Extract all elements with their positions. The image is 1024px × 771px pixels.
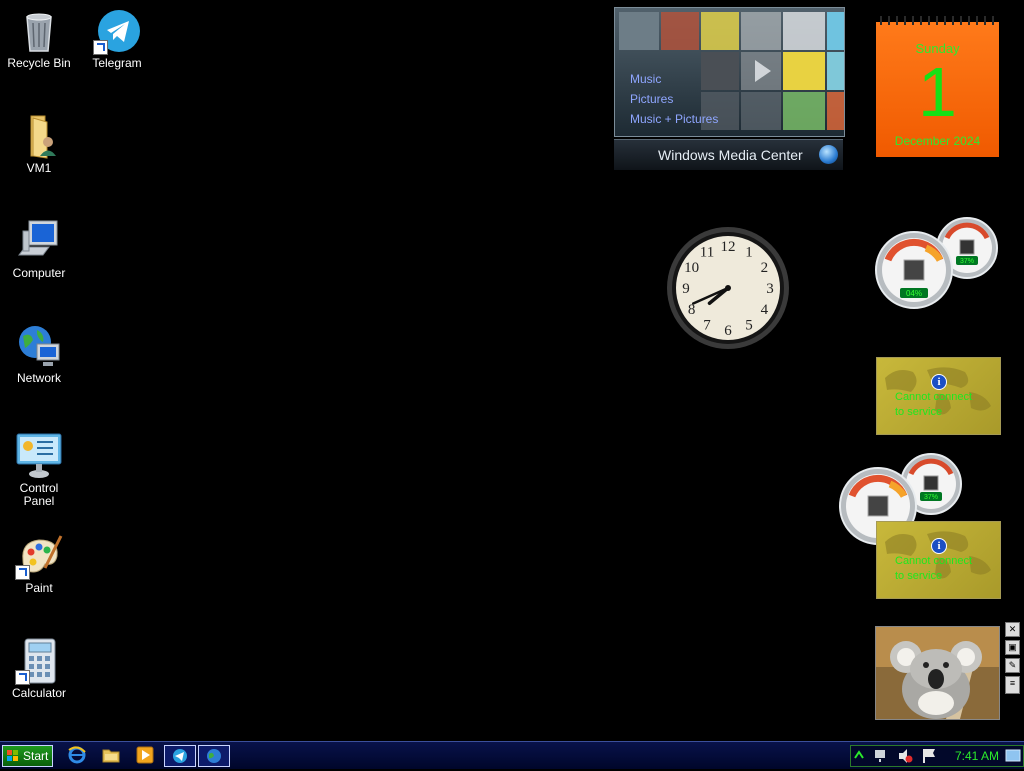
shortcut-arrow-icon	[93, 40, 108, 55]
slideshow-gadget[interactable]	[875, 626, 1000, 720]
telegram-label: Telegram	[92, 56, 142, 70]
start-label: Start	[23, 749, 49, 763]
globe-icon	[207, 749, 221, 763]
currency-error-message: Cannot connect to service	[895, 390, 972, 420]
taskbar-clock[interactable]: 7:41 AM	[955, 749, 999, 763]
desktop-icon-paint[interactable]: Paint	[0, 532, 78, 595]
taskbar-button-network[interactable]	[198, 745, 230, 767]
clock-numeral: 11	[700, 245, 714, 261]
action-center-flag-icon[interactable]	[923, 749, 935, 763]
clock-numeral: 8	[688, 302, 696, 318]
taskbar-button-telegram[interactable]	[164, 745, 196, 767]
clock-numeral: 12	[721, 239, 736, 255]
vm1-label: VM1	[26, 161, 52, 175]
desktop-icon-telegram[interactable]: Telegram	[78, 7, 156, 70]
telegram-icon	[173, 749, 187, 763]
cpu-meter-gadget[interactable]: 04% 37%	[874, 216, 1000, 312]
windows-flag-icon	[7, 750, 18, 761]
clock-numeral: 9	[682, 281, 690, 297]
shortcut-arrow-icon	[15, 565, 30, 580]
drag-handle-icon[interactable]: ≡	[1005, 676, 1020, 694]
clock-numeral: 4	[761, 302, 769, 318]
clock-numeral: 7	[703, 317, 711, 333]
show-desktop-icon[interactable]	[1005, 749, 1021, 763]
desktop-icon-calculator[interactable]: Calculator	[0, 637, 78, 700]
paint-label: Paint	[25, 581, 53, 595]
media-player-icon[interactable]	[136, 746, 154, 764]
options-wrench-icon[interactable]: ✎	[1005, 658, 1020, 673]
desktop-icon-network[interactable]: Network	[0, 322, 78, 385]
control-panel-icon	[15, 432, 63, 480]
ram-percent-text-2: 37%	[924, 494, 938, 501]
clock-numeral: 6	[724, 323, 732, 339]
recycle-bin-icon	[15, 7, 63, 55]
volume-muted-icon[interactable]	[899, 749, 913, 763]
cpu-percent-text: 04%	[906, 289, 922, 298]
telegram-icon	[93, 7, 141, 55]
taskbar: Start 7:41 AM	[0, 741, 1024, 769]
close-icon[interactable]: ✕	[1005, 622, 1020, 637]
clock-numeral: 10	[684, 260, 699, 276]
user-folder-icon	[15, 112, 63, 160]
system-tray: 7:41 AM	[850, 745, 1024, 767]
clock-numeral: 2	[761, 260, 769, 276]
network-status-icon[interactable]	[875, 750, 885, 762]
calendar-month-year: December 2024	[894, 134, 981, 148]
calendar-rings-icon	[880, 16, 994, 25]
clock-numeral: 3	[766, 281, 774, 297]
desktop-icon-computer[interactable]: Computer	[0, 217, 78, 280]
info-icon[interactable]: i	[931, 374, 947, 390]
currency-gadget[interactable]: i Cannot connect to service	[876, 357, 1001, 435]
currency-gadget-2[interactable]: i Cannot connect to service	[876, 521, 1001, 599]
menu-item-music[interactable]: Music	[630, 69, 718, 89]
info-icon-2[interactable]: i	[931, 538, 947, 554]
recycle-bin-label: Recycle Bin	[7, 56, 71, 70]
show-hidden-icons-icon[interactable]	[854, 750, 864, 759]
clock-gadget[interactable]: 12 1 2 3 4 5 6 7 8 9 10 11	[666, 226, 790, 350]
desktop-icon-control-panel[interactable]: Control Panel	[0, 432, 78, 508]
calculator-label: Calculator	[11, 686, 67, 700]
error-line-1: Cannot connect	[895, 555, 973, 567]
shortcut-arrow-icon	[15, 670, 30, 685]
calendar-gadget[interactable]: Sunday 1 December 2024	[876, 16, 999, 157]
resize-icon[interactable]: ▣	[1005, 640, 1020, 655]
start-button[interactable]: Start	[2, 745, 53, 767]
calculator-icon	[15, 637, 63, 685]
koala-photo-image	[876, 627, 999, 719]
error-line-1: Cannot connect	[895, 391, 973, 403]
error-line-2: to service	[895, 406, 943, 418]
computer-label: Computer	[12, 266, 66, 280]
calendar-day-number: 1	[918, 53, 957, 131]
ram-percent-text: 37%	[960, 258, 974, 265]
media-center-titlebar[interactable]: Windows Media Center	[614, 139, 843, 170]
desktop-icon-vm1[interactable]: VM1	[0, 112, 78, 175]
computer-icon	[15, 217, 63, 265]
media-center-menu: Music Pictures Music + Pictures	[630, 69, 718, 129]
paint-icon	[15, 532, 63, 580]
currency-error-message-2: Cannot connect to service	[895, 554, 972, 584]
media-center-title: Windows Media Center	[658, 147, 803, 163]
windows-orb-icon	[819, 145, 838, 164]
internet-explorer-icon[interactable]	[68, 746, 86, 764]
menu-item-music-pictures[interactable]: Music + Pictures	[630, 109, 718, 129]
error-line-2: to service	[895, 570, 943, 582]
network-icon	[15, 322, 63, 370]
control-panel-label: Control Panel	[19, 481, 59, 508]
clock-numeral: 5	[745, 317, 753, 333]
file-explorer-icon[interactable]	[102, 746, 120, 764]
network-label: Network	[16, 371, 61, 385]
media-center-gadget[interactable]: Music Pictures Music + Pictures	[614, 7, 845, 137]
gadget-toolbar: ✕ ▣ ✎ ≡	[1005, 622, 1020, 698]
desktop-icon-recycle-bin[interactable]: Recycle Bin	[0, 7, 78, 70]
menu-item-pictures[interactable]: Pictures	[630, 89, 718, 109]
clock-numeral: 1	[745, 245, 753, 261]
